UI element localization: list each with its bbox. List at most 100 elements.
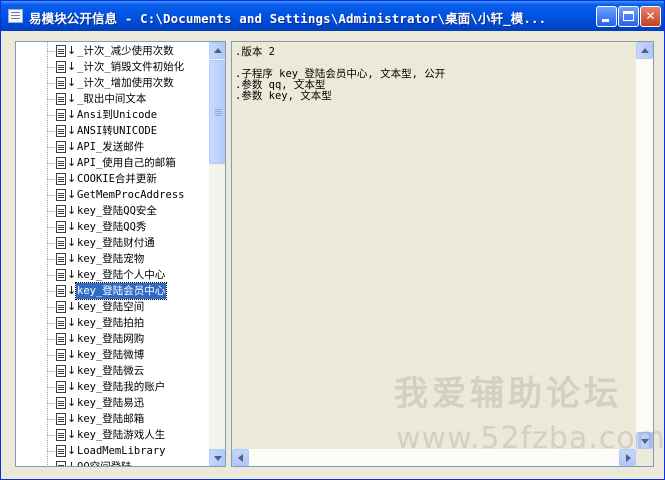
code-line: .版本 2 — [235, 46, 275, 58]
tree-item-label-selected: key_登陆会员中心 — [74, 282, 168, 300]
tree-item-label: API_发送邮件 — [77, 141, 145, 153]
arrow-down-icon: ↓ — [67, 220, 77, 233]
tree-item[interactable]: ↓ API_发送邮件 — [56, 139, 216, 155]
arrow-down-icon: ↓ — [67, 44, 77, 57]
tree-item-label: key_登陆空间 — [77, 301, 145, 313]
arrow-down-icon: ↓ — [67, 140, 77, 153]
tree-item[interactable]: ↓ key_登陆邮箱 — [56, 411, 216, 427]
tree-item[interactable]: ↓ QQ空间登陆 — [56, 459, 216, 467]
tree-item[interactable]: ↓ _计次_销毁文件初始化 — [56, 59, 216, 75]
code-scroll-up-button[interactable] — [636, 42, 653, 59]
tree-item-label: key_登陆网购 — [77, 333, 145, 345]
tree-scroll-thumb[interactable] — [209, 60, 225, 164]
tree-item[interactable]: ↓ _计次_减少使用次数 — [56, 43, 216, 59]
document-icon — [56, 141, 66, 153]
document-icon — [56, 333, 66, 345]
arrow-down-icon: ↓ — [67, 396, 77, 409]
document-icon — [56, 205, 66, 217]
tree-item-label: key_登陆邮箱 — [77, 413, 145, 425]
module-tree[interactable]: ↓ _计次_减少使用次数 ↓ _计次_销毁文件初始化 ↓ _计次_增加使用次数 ↓ _取出中间… — [15, 41, 226, 467]
tree-item[interactable]: ↓ _取出中间文本 — [56, 91, 216, 107]
tree-item-label: key_登陆财付通 — [77, 237, 155, 249]
watermark-url: www.52fzba.com — [396, 421, 665, 456]
tree-item[interactable]: ↓ key_登陆拍拍 — [56, 315, 216, 331]
tree-item[interactable]: ↓ key_登陆易迅 — [56, 395, 216, 411]
document-icon — [56, 77, 66, 89]
arrow-down-icon: ↓ — [67, 172, 77, 185]
tree-item-label: COOKIE合并更新 — [77, 173, 157, 185]
document-icon — [56, 109, 66, 121]
arrow-down-icon: ↓ — [67, 428, 77, 441]
tree-item-label: ANSI转UNICODE — [77, 125, 158, 137]
code-scroll-left-button[interactable] — [232, 449, 249, 466]
tree-item[interactable]: ↓ key_登陆微云 — [56, 363, 216, 379]
arrow-down-icon: ↓ — [67, 92, 77, 105]
arrow-down-icon: ↓ — [67, 204, 77, 217]
tree-item-label: key_登陆微云 — [77, 365, 145, 377]
tree-item-label: key_登陆微博 — [77, 349, 145, 361]
window-title: 易模块公开信息 - C:\Documents and Settings\Admi… — [29, 11, 547, 26]
tree-item[interactable]: ↓ key_登陆空间 — [56, 299, 216, 315]
document-icon — [56, 189, 66, 201]
arrow-down-icon: ↓ — [67, 316, 77, 329]
arrow-down-icon: ↓ — [67, 188, 77, 201]
document-icon — [56, 397, 66, 409]
tree-scroll-up-button[interactable] — [209, 42, 225, 59]
tree-item[interactable]: ↓ key_登陆财付通 — [56, 235, 216, 251]
tree-vertical-scrollbar[interactable] — [209, 42, 225, 466]
tree-item-label: key_登陆QQ秀 — [77, 221, 147, 233]
close-button[interactable]: ✕ — [640, 6, 661, 27]
arrow-down-icon: ↓ — [67, 348, 77, 361]
maximize-icon — [623, 11, 634, 21]
scroll-grip-icon — [215, 109, 222, 110]
tree-scroll-down-button[interactable] — [209, 449, 225, 466]
document-icon — [56, 381, 66, 393]
arrow-down-icon: ↓ — [67, 60, 77, 73]
tree-item[interactable]: ↓ key_登陆QQ秀 — [56, 219, 216, 235]
watermark-text: 我爱辅助论坛 — [394, 374, 622, 414]
tree-item[interactable]: ↓ GetMemProcAddress — [56, 187, 216, 203]
tree-item-label: key_登陆拍拍 — [77, 317, 145, 329]
tree-item[interactable]: ↓ LoadMemLibrary — [56, 443, 216, 459]
arrow-down-icon: ↓ — [67, 380, 77, 393]
arrow-down-icon: ↓ — [67, 284, 77, 297]
document-icon — [56, 317, 66, 329]
tree-item[interactable]: ↓ _计次_增加使用次数 — [56, 75, 216, 91]
tree-item[interactable]: ↓ key_登陆QQ安全 — [56, 203, 216, 219]
arrow-down-icon: ↓ — [67, 332, 77, 345]
document-icon — [56, 157, 66, 169]
code-line: .参数 key, 文本型 — [235, 90, 332, 102]
arrow-down-icon: ↓ — [67, 460, 77, 467]
tree-item[interactable]: ↓ API_使用自己的邮箱 — [56, 155, 216, 171]
document-icon — [56, 269, 66, 281]
document-icon — [56, 445, 66, 457]
title-bar[interactable]: 易模块公开信息 - C:\Documents and Settings\Admi… — [1, 1, 664, 31]
maximize-button[interactable] — [618, 6, 639, 27]
tree-item[interactable]: ↓ key_登陆游戏人生 — [56, 427, 216, 443]
tree-item[interactable]: ↓ key_登陆微博 — [56, 347, 216, 363]
code-vertical-scrollbar[interactable] — [636, 42, 653, 449]
app-window-icon[interactable] — [8, 9, 23, 23]
tree-item[interactable]: ↓ key_登陆我的账户 — [56, 379, 216, 395]
document-icon — [56, 285, 66, 297]
tree-item-label: LoadMemLibrary — [77, 445, 166, 457]
tree-item[interactable]: ↓ key_登陆会员中心 — [56, 282, 216, 300]
tree-item[interactable]: ↓ ANSI转UNICODE — [56, 123, 216, 139]
document-icon — [56, 461, 66, 466]
arrow-down-icon: ↓ — [67, 252, 77, 265]
arrow-down-icon: ↓ — [67, 364, 77, 377]
minimize-button[interactable] — [596, 6, 617, 27]
tree-item[interactable]: ↓ Ansi到Unicode — [56, 107, 216, 123]
arrow-down-icon: ↓ — [67, 76, 77, 89]
arrow-down-icon: ↓ — [67, 156, 77, 169]
tree-item[interactable]: ↓ COOKIE合并更新 — [56, 171, 216, 187]
tree-item[interactable]: ↓ key_登陆个人中心 — [56, 267, 216, 283]
tree-item[interactable]: ↓ key_登陆网购 — [56, 331, 216, 347]
tree-item[interactable]: ↓ key_登陆宠物 — [56, 251, 216, 267]
arrow-down-icon: ↓ — [67, 124, 77, 137]
tree-item-label: key_登陆我的账户 — [77, 381, 166, 393]
arrow-down-icon: ↓ — [67, 108, 77, 121]
tree-item-label: key_登陆易迅 — [77, 397, 145, 409]
tree-item-label: key_登陆个人中心 — [77, 269, 166, 281]
tree-item-label: Ansi到Unicode — [77, 109, 158, 121]
